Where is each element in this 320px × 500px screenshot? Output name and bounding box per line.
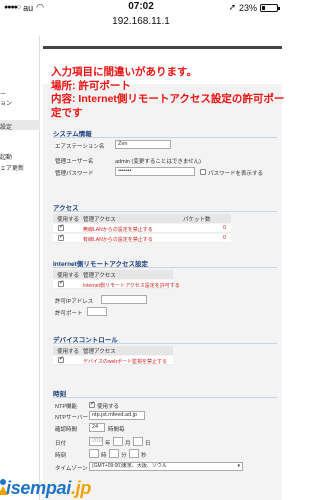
- sidebar-item-restart[interactable]: 起動: [0, 152, 12, 161]
- col-manage: 管理アクセス: [83, 349, 116, 355]
- divider: [53, 267, 277, 268]
- status-bar: ●●●●○ au ◠ 07:02 ➚ 23%: [0, 0, 282, 14]
- header-bar: [43, 46, 282, 49]
- date-day-label: 日: [145, 441, 151, 447]
- show-password-label: パスワードを表示する: [208, 171, 264, 177]
- row-desc: 有線LANからの設定を禁止する: [83, 237, 153, 243]
- admin-password-input[interactable]: •••••••: [115, 167, 195, 176]
- error-line-2: 場所: 許可ポート: [51, 79, 131, 92]
- allowed-ip-input[interactable]: [101, 295, 147, 304]
- timezone-select[interactable]: (GMT+09:00)東京、大阪、ソウル ▾: [89, 462, 243, 471]
- time-minute-input[interactable]: [109, 449, 119, 458]
- interval-input[interactable]: 24: [89, 423, 105, 432]
- show-password-checkbox[interactable]: [200, 169, 206, 175]
- table-row: 有線LANからの設定を禁止する 0: [53, 233, 231, 243]
- main-content: 入力項目に間違いがあります。 場所: 許可ポート 内容: Internet側リモ…: [43, 36, 285, 500]
- date-day-input[interactable]: [133, 437, 143, 446]
- sidebar-item-1[interactable]: ー: [0, 89, 6, 98]
- row-desc: Internet側リモートアクセス設定を許可する: [83, 283, 180, 289]
- row-count: 0: [223, 225, 227, 231]
- time-minute-label: 分: [121, 453, 127, 459]
- error-line-3: 内容: Internet側リモートアクセス設定の許可ポー: [51, 93, 285, 105]
- watermark-logo: isempai.jp: [6, 478, 91, 499]
- divider: [53, 211, 277, 212]
- time-second-input[interactable]: [129, 449, 139, 458]
- row-count: 0: [223, 235, 227, 241]
- airstation-name-label: エアステーション名: [55, 144, 105, 150]
- time-hour-input[interactable]: [89, 449, 99, 458]
- wired-config-checkbox[interactable]: [58, 233, 64, 241]
- error-message: 入力項目に間違いがあります。 場所: 許可ポート 内容: Internet側リモ…: [51, 66, 285, 120]
- battery-area: ➚ 23%: [228, 2, 280, 13]
- admin-user-label: 管理ユーザー名: [55, 159, 94, 165]
- admin-password-label: 管理パスワード: [55, 171, 94, 177]
- table-row: Internet側リモートアクセス設定を許可する: [53, 279, 180, 289]
- col-manage: 管理アクセス: [83, 273, 116, 279]
- time-second-label: 秒: [141, 453, 147, 459]
- time-hour-label: 時: [101, 453, 107, 459]
- watermark-text: isempai: [6, 478, 71, 498]
- sidebar: ー ョン 設定 起動 ェア更新: [0, 36, 40, 500]
- date-year-label: 年: [105, 441, 111, 447]
- col-packets: パケット数: [183, 217, 211, 223]
- ntp-server-input[interactable]: ntp.jst.mfeed.ad.jp: [89, 411, 145, 420]
- remote-access-checkbox[interactable]: [58, 279, 64, 287]
- remote-table-header: 使用する 管理アクセス: [53, 270, 173, 279]
- col-use: 使用する: [57, 349, 80, 355]
- time-label: 時刻: [55, 453, 67, 459]
- sidebar-item-settings[interactable]: 設定: [0, 120, 40, 131]
- interval-label: 確認時間: [55, 427, 78, 433]
- battery-percent: 23%: [238, 2, 257, 13]
- allowed-port-label: 許可ポート: [55, 311, 83, 317]
- device-table-header: 使用する 管理アクセス: [53, 346, 173, 355]
- address-bar[interactable]: 192.168.11.1: [0, 16, 282, 27]
- divider: [53, 397, 277, 398]
- divider: [53, 343, 277, 344]
- allowed-port-input[interactable]: [87, 307, 107, 316]
- sidebar-item-firmware[interactable]: ェア更新: [0, 163, 24, 172]
- chevron-down-icon: ▾: [237, 463, 240, 469]
- row-desc: 無線LANからの設定を禁止する: [83, 227, 153, 233]
- row-desc: デバイスのwebポート監視を禁止する: [83, 359, 168, 365]
- date-month-label: 月: [125, 441, 131, 447]
- admin-user-value: admin (変更することはできません): [115, 159, 202, 165]
- ntp-label: NTP機能: [55, 404, 78, 410]
- allowed-ip-label: 許可IPアドレス: [55, 299, 94, 305]
- sidebar-item-2[interactable]: ョン: [0, 98, 12, 107]
- watermark-domain: .jp: [70, 478, 92, 498]
- col-use: 使用する: [57, 273, 80, 279]
- divider: [53, 137, 277, 138]
- table-row: 無線LANからの設定を禁止する 0: [53, 223, 231, 233]
- timezone-value: (GMT+09:00)東京、大阪、ソウル: [92, 463, 167, 469]
- device-monitor-checkbox[interactable]: [58, 355, 64, 363]
- error-line-4: 定です: [51, 106, 83, 119]
- location-icon: ➚: [228, 2, 236, 12]
- wireless-config-checkbox[interactable]: [58, 223, 64, 231]
- table-row: デバイスのwebポート監視を禁止する: [53, 355, 173, 365]
- date-label: 日付: [55, 441, 67, 447]
- ntp-server-label: NTPサーバー: [55, 415, 88, 421]
- date-year-input[interactable]: 2016: [89, 437, 103, 446]
- col-manage: 管理アクセス: [83, 217, 116, 223]
- ntp-checkbox[interactable]: [89, 400, 95, 408]
- timezone-label: タイムゾーン: [55, 466, 88, 472]
- access-table-header: 使用する 管理アクセス パケット数: [53, 214, 231, 223]
- airstation-name-input[interactable]: Zen: [115, 140, 171, 149]
- interval-unit: 時間毎: [108, 427, 125, 433]
- ntp-use-label: 使用する: [97, 404, 120, 410]
- col-use: 使用する: [57, 217, 80, 223]
- error-line-1: 入力項目に間違いがあります。: [51, 66, 197, 78]
- date-month-input[interactable]: [113, 437, 123, 446]
- battery-icon: [260, 3, 280, 12]
